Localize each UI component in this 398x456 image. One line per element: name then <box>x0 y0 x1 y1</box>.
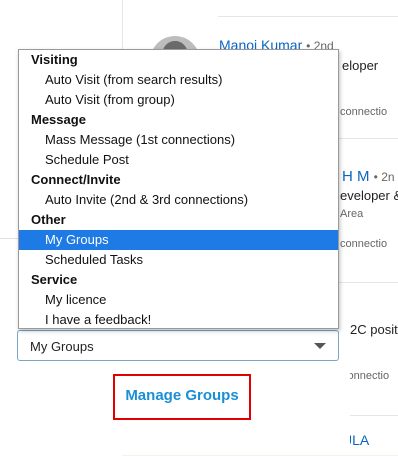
option-auto-visit-search[interactable]: Auto Visit (from search results) <box>19 70 338 90</box>
option-auto-visit-group[interactable]: Auto Visit (from group) <box>19 90 338 110</box>
chevron-down-icon[interactable] <box>314 343 326 349</box>
group-label-other: Other <box>31 212 66 227</box>
profile-headline: eveloper & <box>340 188 398 203</box>
option-my-groups[interactable]: My Groups <box>19 230 338 250</box>
option-scheduled-tasks[interactable]: Scheduled Tasks <box>19 250 338 270</box>
profile-name[interactable]: H M • 2n <box>342 168 395 185</box>
option-auto-invite[interactable]: Auto Invite (2nd & 3rd connections) <box>19 190 338 210</box>
connections-text: connectio <box>340 238 388 250</box>
connections-text: connectio <box>340 106 388 118</box>
option-my-licence[interactable]: My licence <box>19 290 338 310</box>
manage-groups-highlight: Manage Groups <box>113 374 251 420</box>
profile-headline: 2C posit <box>350 322 398 337</box>
option-mass-message[interactable]: Mass Message (1st connections) <box>19 130 338 150</box>
group-label-connect-invite: Connect/Invite <box>31 172 121 187</box>
select-value: My Groups <box>30 339 94 354</box>
degree-badge: • 2n <box>373 170 395 184</box>
profile-headline: eloper <box>342 58 379 73</box>
group-label-message: Message <box>31 112 86 127</box>
manage-groups-link[interactable]: Manage Groups <box>115 387 249 404</box>
option-feedback[interactable]: I have a feedback! <box>19 310 338 328</box>
select-dropdown-list[interactable]: Visiting Auto Visit (from search results… <box>18 49 339 329</box>
action-select[interactable]: My Groups <box>17 330 339 361</box>
group-label-service: Service <box>31 272 78 287</box>
divider <box>218 16 398 17</box>
option-schedule-post[interactable]: Schedule Post <box>19 150 338 170</box>
profile-location: Area <box>340 208 364 220</box>
group-label-visiting: Visiting <box>31 52 78 67</box>
